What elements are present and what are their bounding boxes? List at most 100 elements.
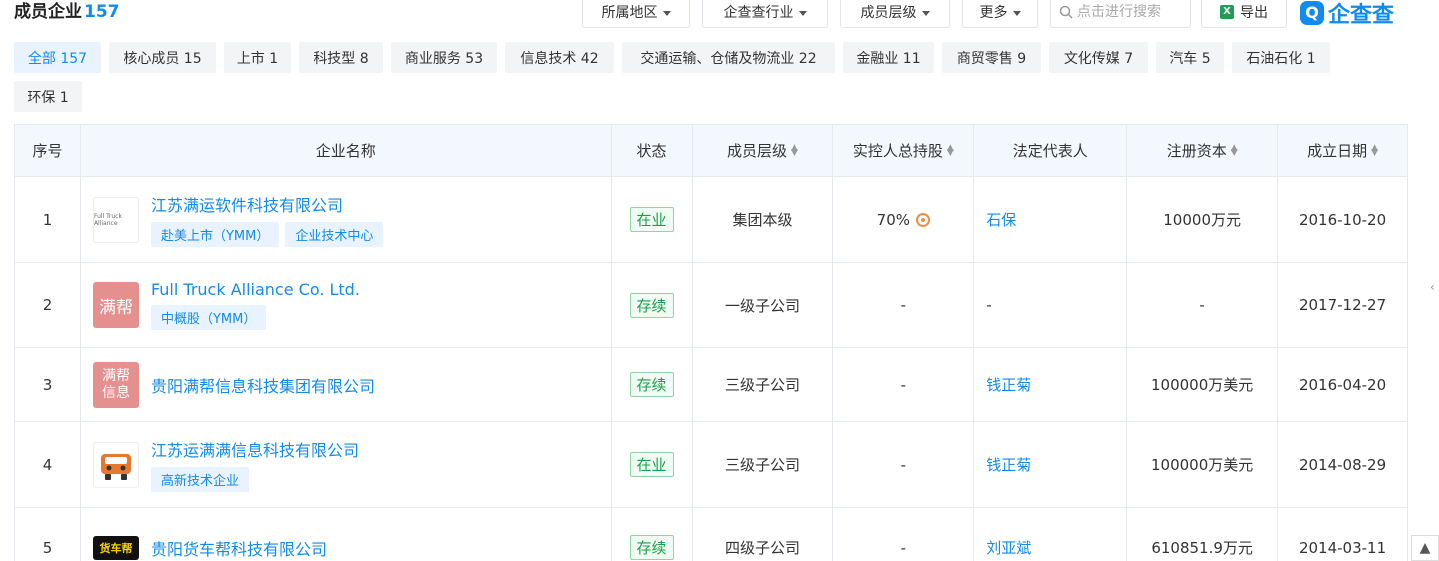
- share-cell: -: [833, 422, 975, 507]
- sort-icon[interactable]: ▲ ▼: [947, 143, 954, 157]
- tag[interactable]: 企业技术中心: [285, 222, 384, 247]
- chip-petro[interactable]: 石油石化 1: [1232, 42, 1330, 73]
- filter-more-dropdown[interactable]: 更多: [962, 0, 1038, 28]
- col-status: 状态: [612, 125, 693, 176]
- chevron-left-icon[interactable]: ‹: [1430, 280, 1435, 294]
- col-capital[interactable]: 注册资本 ▲ ▼: [1127, 125, 1279, 176]
- share-cell: -: [833, 263, 975, 347]
- logo-mark: Q: [1300, 1, 1324, 25]
- row-index: 1: [15, 177, 81, 262]
- chip-retail[interactable]: 商贸零售 9: [942, 42, 1041, 73]
- status-cell: 在业: [612, 422, 693, 507]
- legal-rep-link[interactable]: 钱正菊: [974, 422, 1128, 507]
- company-name-link[interactable]: 贵阳货车帮科技有限公司: [151, 536, 327, 560]
- table-row: 1 Full Truck Alliance 江苏满运软件科技有限公司 赴美上市（…: [15, 177, 1407, 263]
- search-box[interactable]: [1050, 0, 1191, 28]
- chip-core-members[interactable]: 核心成员 15: [109, 42, 216, 73]
- search-icon: [1059, 5, 1073, 19]
- col-share[interactable]: 实控人总持股 ▲ ▼: [833, 125, 975, 176]
- chip-listed[interactable]: 上市 1: [224, 42, 291, 73]
- company-info: 江苏运满满信息科技有限公司 高新技术企业: [150, 437, 359, 492]
- legal-rep-cell: -: [974, 263, 1128, 347]
- tag[interactable]: 高新技术企业: [150, 467, 249, 492]
- capital-cell: 10000万元: [1127, 177, 1279, 262]
- level-cell: 三级子公司: [693, 422, 834, 507]
- page-title: 成员企业 157: [14, 2, 120, 22]
- date-cell: 2016-10-20: [1298, 210, 1387, 229]
- share-cell: 70%: [833, 177, 975, 262]
- status-badge: 在业: [629, 207, 674, 232]
- status-cell: 在业: [612, 177, 693, 262]
- share-cell: -: [833, 348, 975, 421]
- filter-level-dropdown[interactable]: 成员层级: [840, 0, 950, 28]
- company-name-link[interactable]: 贵阳满帮信息科技集团有限公司: [151, 373, 375, 397]
- company-cell: 满帮信息 贵阳满帮信息科技集团有限公司: [81, 348, 612, 421]
- company-cell: 货车帮 贵阳货车帮科技有限公司: [81, 508, 612, 561]
- level-cell: 集团本级: [693, 177, 834, 262]
- company-cell: Full Truck Alliance 江苏满运软件科技有限公司 赴美上市（YM…: [81, 177, 612, 262]
- filter-region-dropdown[interactable]: 所属地区: [582, 0, 690, 28]
- legal-rep-link[interactable]: 石保: [974, 177, 1128, 262]
- col-level[interactable]: 成员层级 ▲ ▼: [693, 125, 834, 176]
- company-logo: 满帮: [92, 282, 139, 328]
- truck-icon: [100, 453, 131, 480]
- chip-business-services[interactable]: 商业服务 53: [391, 42, 497, 73]
- back-to-top-icon[interactable]: ▲: [1411, 535, 1439, 561]
- chevron-down-icon: [1012, 10, 1021, 16]
- status-cell: 存续: [612, 348, 693, 421]
- truck-logo-icon: [92, 441, 139, 488]
- table-row: 5 货车帮 贵阳货车帮科技有限公司 存续 四级子公司 - 刘亚斌 610851.…: [15, 508, 1407, 561]
- sort-icon[interactable]: ▲ ▼: [791, 143, 798, 157]
- row-index: 5: [15, 508, 81, 561]
- equity-chart-icon[interactable]: [916, 212, 931, 227]
- company-cell: 满帮 Full Truck Alliance Co. Ltd. 中概股（YMM）: [81, 263, 612, 347]
- company-info: 贵阳满帮信息科技集团有限公司: [151, 373, 375, 397]
- status-cell: 存续: [612, 508, 693, 561]
- status-badge: 在业: [629, 452, 674, 477]
- filter-industry-dropdown[interactable]: 企查查行业: [702, 0, 828, 28]
- chip-media[interactable]: 文化传媒 7: [1049, 42, 1148, 73]
- status-badge: 存续: [629, 535, 674, 560]
- chip-finance[interactable]: 金融业 11: [843, 42, 934, 73]
- company-cell: 江苏运满满信息科技有限公司 高新技术企业: [81, 422, 612, 507]
- chip-it[interactable]: 信息技术 42: [505, 42, 614, 73]
- company-info: Full Truck Alliance Co. Ltd. 中概股（YMM）: [150, 280, 360, 330]
- legal-rep-link[interactable]: 钱正菊: [974, 348, 1128, 421]
- date-cell: 2014-08-29: [1298, 455, 1387, 474]
- col-date[interactable]: 成立日期 ▲ ▼: [1278, 125, 1407, 176]
- chip-environment[interactable]: 环保 1: [14, 81, 82, 112]
- sort-icon[interactable]: ▲ ▼: [1231, 143, 1238, 157]
- table-row: 2 满帮 Full Truck Alliance Co. Ltd. 中概股（YM…: [15, 263, 1407, 348]
- capital-cell: -: [1127, 263, 1279, 347]
- capital-cell: 610851.9万元: [1127, 508, 1279, 561]
- chip-tech[interactable]: 科技型 8: [299, 42, 383, 73]
- company-info: 贵阳货车帮科技有限公司: [151, 536, 327, 560]
- members-table: 序号 企业名称 状态 成员层级 ▲ ▼ 实控人总持股 ▲ ▼ 法定代表人 注册资本 ▲ ▼ …: [14, 124, 1408, 561]
- search-input[interactable]: [1077, 4, 1185, 20]
- legal-rep-link[interactable]: 刘亚斌: [974, 508, 1128, 561]
- chip-transport[interactable]: 交通运输、仓储及物流业 22: [622, 42, 835, 73]
- chevron-down-icon: [798, 10, 807, 16]
- chip-auto[interactable]: 汽车 5: [1156, 42, 1224, 73]
- company-name-link[interactable]: Full Truck Alliance Co. Ltd.: [151, 280, 360, 299]
- title-count: 157: [84, 2, 120, 22]
- date-cell: 2014-03-11: [1298, 538, 1387, 557]
- sort-icon[interactable]: ▲ ▼: [1371, 143, 1378, 157]
- row-index: 2: [15, 263, 81, 347]
- chevron-down-icon: [921, 10, 930, 16]
- date-cell: 2016-04-20: [1298, 375, 1387, 394]
- company-name-link[interactable]: 江苏满运软件科技有限公司: [151, 192, 383, 216]
- chip-all[interactable]: 全部 157: [14, 42, 101, 73]
- share-cell: -: [833, 508, 975, 561]
- export-button[interactable]: X 导出: [1201, 0, 1287, 28]
- status-cell: 存续: [612, 263, 693, 347]
- col-name: 企业名称: [81, 125, 612, 176]
- capital-cell: 100000万美元: [1127, 348, 1279, 421]
- company-name-link[interactable]: 江苏运满满信息科技有限公司: [151, 437, 359, 461]
- row-index: 4: [15, 422, 81, 507]
- company-tags: 高新技术企业: [150, 467, 359, 492]
- tag[interactable]: 赴美上市（YMM）: [150, 222, 280, 247]
- table-row: 4 江苏运满满信息科技有限公司 高新技术企业 在业 三级子公司 - 钱正菊 10…: [15, 422, 1407, 508]
- level-cell: 三级子公司: [693, 348, 834, 421]
- tag[interactable]: 中概股（YMM）: [150, 305, 267, 330]
